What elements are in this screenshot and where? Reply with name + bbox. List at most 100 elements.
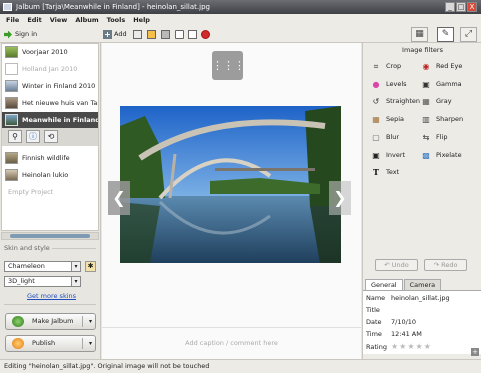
filter-gray[interactable]: ▦ Gray <box>421 96 452 107</box>
redo-button[interactable]: ↷ Redo <box>424 259 467 271</box>
thumbnail-view-icon[interactable]: ▦ <box>411 27 428 42</box>
menu-help[interactable]: Help <box>133 14 150 26</box>
copy-icon[interactable] <box>161 30 170 39</box>
skin-settings-icon[interactable]: ✱ <box>85 261 96 272</box>
filter-sepia[interactable]: ▦ Sepia <box>371 114 404 125</box>
previous-image-button[interactable]: ❮ <box>108 181 130 215</box>
filter-flip[interactable]: ⇆ Flip <box>421 132 448 143</box>
filter-pixelate[interactable]: ▩ Pixelate <box>421 150 461 161</box>
sharpen-icon: ▥ <box>422 115 430 124</box>
filter-label: Sharpen <box>436 115 464 123</box>
filter-levels[interactable]: ● Levels <box>371 79 407 90</box>
filter-invert[interactable]: ▣ Invert <box>371 150 405 161</box>
sign-in-button[interactable]: Sign in <box>4 29 37 40</box>
maximize-button[interactable]: □ <box>456 2 466 12</box>
filter-red-eye[interactable]: ◉ Red Eye <box>421 61 463 72</box>
filter-crop[interactable]: ⌗ Crop <box>371 61 401 72</box>
search-icon[interactable]: ⚲ <box>8 130 22 143</box>
new-folder-icon[interactable] <box>133 30 142 39</box>
menu-edit[interactable]: Edit <box>27 14 41 26</box>
project-item[interactable]: Voorjaar 2010 <box>2 44 98 60</box>
undo-button[interactable]: ↶ Undo <box>375 259 418 271</box>
project-item-selected[interactable]: Meanwhile in Finland <box>2 112 98 128</box>
project-item[interactable]: Empty Project <box>2 184 98 200</box>
details-tabs: General Camera <box>365 279 442 290</box>
filter-label: Text <box>386 168 400 176</box>
share-icon[interactable]: ⟲ <box>44 130 58 143</box>
tab-general[interactable]: General <box>365 279 403 290</box>
project-name: Holland Jan 2010 <box>22 65 78 73</box>
horizontal-scrollbar[interactable] <box>1 232 99 240</box>
toolbar: Sign in + Add ▦ ✎ ⤢ <box>0 26 481 43</box>
filter-gamma[interactable]: ▣ Gamma <box>421 79 462 90</box>
publish-button[interactable]: Publish ▾ <box>5 335 96 352</box>
info-icon[interactable]: ⓘ <box>26 130 40 143</box>
flip-icon: ⇆ <box>422 133 430 142</box>
fullscreen-icon[interactable]: ⤢ <box>460 27 477 42</box>
project-thumbnail <box>5 169 18 181</box>
menu-album[interactable]: Album <box>75 14 98 26</box>
style-value: 3D_light <box>8 277 35 285</box>
rotate-left-icon[interactable] <box>175 30 184 39</box>
caption-input[interactable]: Add caption / comment here <box>102 327 361 359</box>
expand-icon[interactable]: + <box>471 348 479 356</box>
filter-text[interactable]: T Text <box>371 167 399 178</box>
divider <box>82 338 83 349</box>
name-row: Name heinolan_sillat.jpg <box>366 293 450 304</box>
menu-tools[interactable]: Tools <box>107 14 126 26</box>
close-button[interactable]: X <box>467 2 477 12</box>
add-button[interactable]: + Add <box>103 29 127 40</box>
chevron-down-icon[interactable]: ▾ <box>89 314 92 329</box>
chevron-down-icon: ▾ <box>71 277 80 286</box>
divider <box>52 248 96 249</box>
filter-label: Straighten <box>386 97 421 105</box>
filter-sharpen[interactable]: ▥ Sharpen <box>421 114 463 125</box>
project-item[interactable]: Holland Jan 2010 <box>2 61 98 77</box>
date-label: Date <box>366 318 382 326</box>
crop-icon: ⌗ <box>373 62 379 71</box>
date-value: 7/10/10 <box>391 318 417 326</box>
filter-label: Gray <box>436 97 452 105</box>
chevron-down-icon[interactable]: ▾ <box>89 336 92 351</box>
add-icon: + <box>103 30 112 39</box>
right-panel: Image filters ⌗ Crop ◉ Red Eye ● Levels ▣ Ga… <box>362 43 481 359</box>
time-value: 12:41 AM <box>391 330 422 338</box>
rotate-right-icon[interactable] <box>188 30 197 39</box>
menu-file[interactable]: File <box>6 14 19 26</box>
upload-icon[interactable] <box>147 30 156 39</box>
style-select[interactable]: 3D_light ▾ <box>4 276 81 287</box>
make-jalbum-button[interactable]: Make Jalbum ▾ <box>5 313 96 330</box>
delete-icon[interactable] <box>201 30 210 39</box>
filter-straighten[interactable]: ↺ Straighten <box>371 96 420 107</box>
edit-view-icon[interactable]: ✎ <box>437 27 454 42</box>
project-item[interactable]: Finnish wildlife <box>2 150 98 166</box>
get-more-skins-link[interactable]: Get more skins <box>27 292 76 300</box>
time-label: Time <box>366 330 382 338</box>
project-item[interactable]: Heinolan lukio <box>2 167 98 183</box>
rating-stars[interactable]: ★★★★★ <box>391 341 432 352</box>
image-viewer: ⋮⋮⋮ ❮ ❯ Add caption / comment here <box>102 43 361 359</box>
minimize-button[interactable]: _ <box>445 2 455 12</box>
filter-blur[interactable]: ▢ Blur <box>371 132 399 143</box>
divider <box>4 304 96 305</box>
project-list[interactable]: Voorjaar 2010 Holland Jan 2010 Winter in… <box>1 43 99 231</box>
grid-view-icon[interactable]: ⋮⋮⋮ <box>212 51 245 80</box>
image-filters-title: Image filters <box>402 46 443 54</box>
title-row[interactable]: Title <box>366 305 391 316</box>
project-thumbnail <box>5 97 18 109</box>
menu-bar: File Edit View Album Tools Help <box>0 14 481 26</box>
levels-icon: ● <box>372 80 380 89</box>
tab-camera[interactable]: Camera <box>403 279 442 290</box>
skin-select[interactable]: Chameleon ▾ <box>4 261 81 272</box>
menu-view[interactable]: View <box>50 14 68 26</box>
filter-label: Gamma <box>436 80 462 88</box>
project-item[interactable]: Het nieuwe huis van Tarja <box>2 95 98 111</box>
filter-label: Flip <box>436 133 448 141</box>
next-image-button[interactable]: ❯ <box>329 181 351 215</box>
filter-label: Invert <box>386 151 406 159</box>
redo-label: Redo <box>441 261 458 269</box>
scrollbar-thumb[interactable] <box>10 234 90 238</box>
project-thumbnail <box>5 114 18 126</box>
project-item[interactable]: Winter in Finland 2010 <box>2 78 98 94</box>
rating-row: Rating ★★★★★ <box>366 341 432 352</box>
